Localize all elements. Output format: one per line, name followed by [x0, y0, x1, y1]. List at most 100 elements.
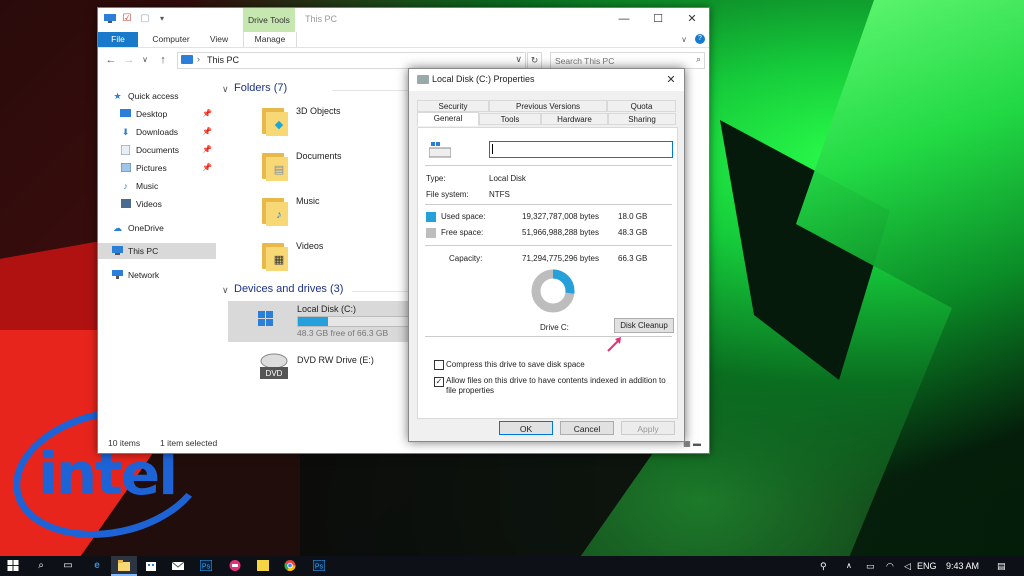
customize-quick-access-icon[interactable]: ▾ — [156, 13, 168, 25]
nav-network[interactable]: Network — [98, 267, 216, 283]
address-dropdown-icon[interactable]: ∨ — [515, 54, 522, 65]
nav-onedrive[interactable]: ☁ OneDrive — [98, 220, 216, 236]
explorer-titlebar[interactable]: ☑ ▢ ▾ Drive Tools This PC — ☐ ✕ — [98, 8, 709, 32]
nav-documents[interactable]: Documents 📌 — [98, 142, 216, 158]
drive-e-item[interactable]: DVD DVD RW Drive (E:) — [258, 352, 428, 386]
nav-label: Videos — [136, 199, 162, 209]
language-indicator[interactable]: ENG — [917, 556, 937, 576]
breadcrumb-this-pc[interactable]: This PC — [207, 55, 239, 65]
tab-general[interactable]: General — [417, 112, 479, 126]
text-caret — [492, 144, 493, 154]
new-folder-quick-icon[interactable]: ▢ — [139, 13, 151, 25]
close-button[interactable]: ✕ — [676, 8, 708, 30]
tab-tools[interactable]: Tools — [479, 113, 541, 125]
tab-manage[interactable]: Manage — [243, 32, 297, 47]
search-icon[interactable]: ⌕ — [28, 556, 54, 576]
search-input[interactable] — [551, 53, 689, 68]
clock[interactable]: 9:43 AM — [946, 556, 979, 576]
volume-label-input[interactable] — [489, 141, 673, 158]
nav-music[interactable]: ♪ Music — [98, 178, 216, 194]
group-title: Folders (7) — [234, 82, 288, 94]
file-explorer-icon[interactable] — [111, 556, 137, 576]
folder-documents[interactable]: ▤ Documents — [262, 147, 392, 187]
index-files-label: Allow files on this drive to have conten… — [446, 376, 666, 385]
edge-browser-icon[interactable]: e — [84, 556, 110, 576]
tab-sharing[interactable]: Sharing — [608, 113, 676, 125]
cancel-button[interactable]: Cancel — [560, 421, 614, 435]
tab-file[interactable]: File — [98, 32, 138, 47]
nav-label: Network — [128, 270, 160, 280]
index-files-checkbox[interactable]: ✓ — [434, 377, 444, 387]
disk-cleanup-button[interactable]: Disk Cleanup — [614, 318, 674, 333]
chrome-icon[interactable] — [277, 556, 303, 576]
expand-ribbon-icon[interactable]: ∨ — [679, 32, 689, 47]
folder-music[interactable]: ♪ Music — [262, 192, 392, 232]
wifi-icon[interactable]: ◠ — [886, 556, 894, 576]
chevron-down-icon: ∨ — [222, 285, 229, 295]
folder-3d-objects-icon: ◆ — [262, 104, 288, 136]
battery-icon[interactable]: ▭ — [866, 556, 875, 576]
search-box[interactable]: ⌕ — [550, 52, 705, 69]
action-center-icon[interactable]: ▤ — [997, 556, 1006, 576]
volume-icon[interactable]: ◁ — [904, 556, 911, 576]
nav-desktop[interactable]: Desktop 📌 — [98, 106, 216, 122]
tab-security[interactable]: Security — [417, 100, 489, 112]
cloud-icon: ☁ — [113, 223, 122, 233]
media-app-icon[interactable] — [222, 556, 248, 576]
tab-hardware[interactable]: Hardware — [541, 113, 608, 125]
properties-quick-icon[interactable]: ☑ — [121, 13, 133, 25]
forward-icon[interactable]: → — [122, 53, 136, 67]
people-icon[interactable]: ⚲ — [820, 556, 827, 576]
nav-pictures[interactable]: Pictures 📌 — [98, 160, 216, 176]
address-bar[interactable]: › This PC ∨ — [177, 52, 526, 69]
back-icon[interactable]: ← — [104, 53, 118, 67]
used-space-label: Used space: — [441, 212, 486, 221]
music-icon: ♪ — [123, 181, 128, 191]
show-hidden-icons-chevron-up-icon[interactable]: ∧ — [846, 556, 852, 576]
sticky-notes-icon[interactable] — [250, 556, 276, 576]
dialog-titlebar[interactable]: Local Disk (C:) Properties ✕ — [409, 69, 684, 91]
photoshop-icon[interactable]: Ps — [306, 556, 332, 576]
drive-usage-fill — [298, 317, 328, 326]
dvd-drive-icon: DVD — [258, 352, 290, 382]
apply-button[interactable]: Apply — [621, 421, 675, 435]
nav-videos[interactable]: Videos — [98, 196, 216, 212]
view-toggle-icons[interactable]: ▦ ▬ — [683, 439, 701, 448]
up-icon[interactable]: ↑ — [156, 53, 170, 67]
nav-downloads[interactable]: ⬇ Downloads 📌 — [98, 124, 216, 140]
file-system-label: File system: — [426, 190, 469, 199]
recent-locations-icon[interactable]: ∨ — [138, 53, 152, 67]
svg-text:Ps: Ps — [315, 563, 324, 570]
tab-view[interactable]: View — [200, 32, 238, 47]
drive-c-item[interactable]: Local Disk (C:) 48.3 GB free of 66.3 GB — [228, 301, 409, 342]
task-view-icon[interactable]: ▭ — [55, 556, 81, 576]
group-title: Devices and drives (3) — [234, 283, 344, 295]
nav-label: Quick access — [128, 91, 179, 101]
tab-previous-versions[interactable]: Previous Versions — [489, 100, 607, 112]
selected-count: 1 item selected — [160, 438, 218, 448]
tab-computer[interactable]: Computer — [146, 32, 196, 47]
refresh-button[interactable]: ↻ — [527, 52, 542, 69]
folder-3d-objects[interactable]: ◆ 3D Objects — [262, 102, 392, 142]
folder-name: Documents — [296, 151, 342, 161]
store-icon[interactable] — [138, 556, 164, 576]
maximize-button[interactable]: ☐ — [642, 8, 674, 30]
nav-quick-access[interactable]: ★ Quick access — [98, 88, 216, 104]
mail-icon[interactable] — [165, 556, 191, 576]
start-button[interactable] — [0, 556, 26, 576]
star-icon: ★ — [113, 91, 122, 101]
pin-icon: 📌 — [202, 109, 212, 118]
breadcrumb-separator-icon: › — [197, 54, 200, 64]
divider — [425, 336, 672, 337]
nav-this-pc[interactable]: This PC — [98, 243, 216, 259]
help-icon[interactable]: ? — [695, 34, 705, 44]
compress-drive-checkbox[interactable] — [434, 360, 444, 370]
folder-videos[interactable]: ▦ Videos — [262, 237, 392, 277]
minimize-button[interactable]: — — [608, 8, 640, 30]
ok-button[interactable]: OK — [499, 421, 553, 435]
close-button[interactable]: ✕ — [658, 69, 684, 91]
photoshop-icon[interactable]: Ps — [193, 556, 219, 576]
dialog-title: Local Disk (C:) Properties — [432, 74, 535, 84]
tab-quota[interactable]: Quota — [607, 100, 676, 112]
drive-icon — [428, 142, 452, 158]
